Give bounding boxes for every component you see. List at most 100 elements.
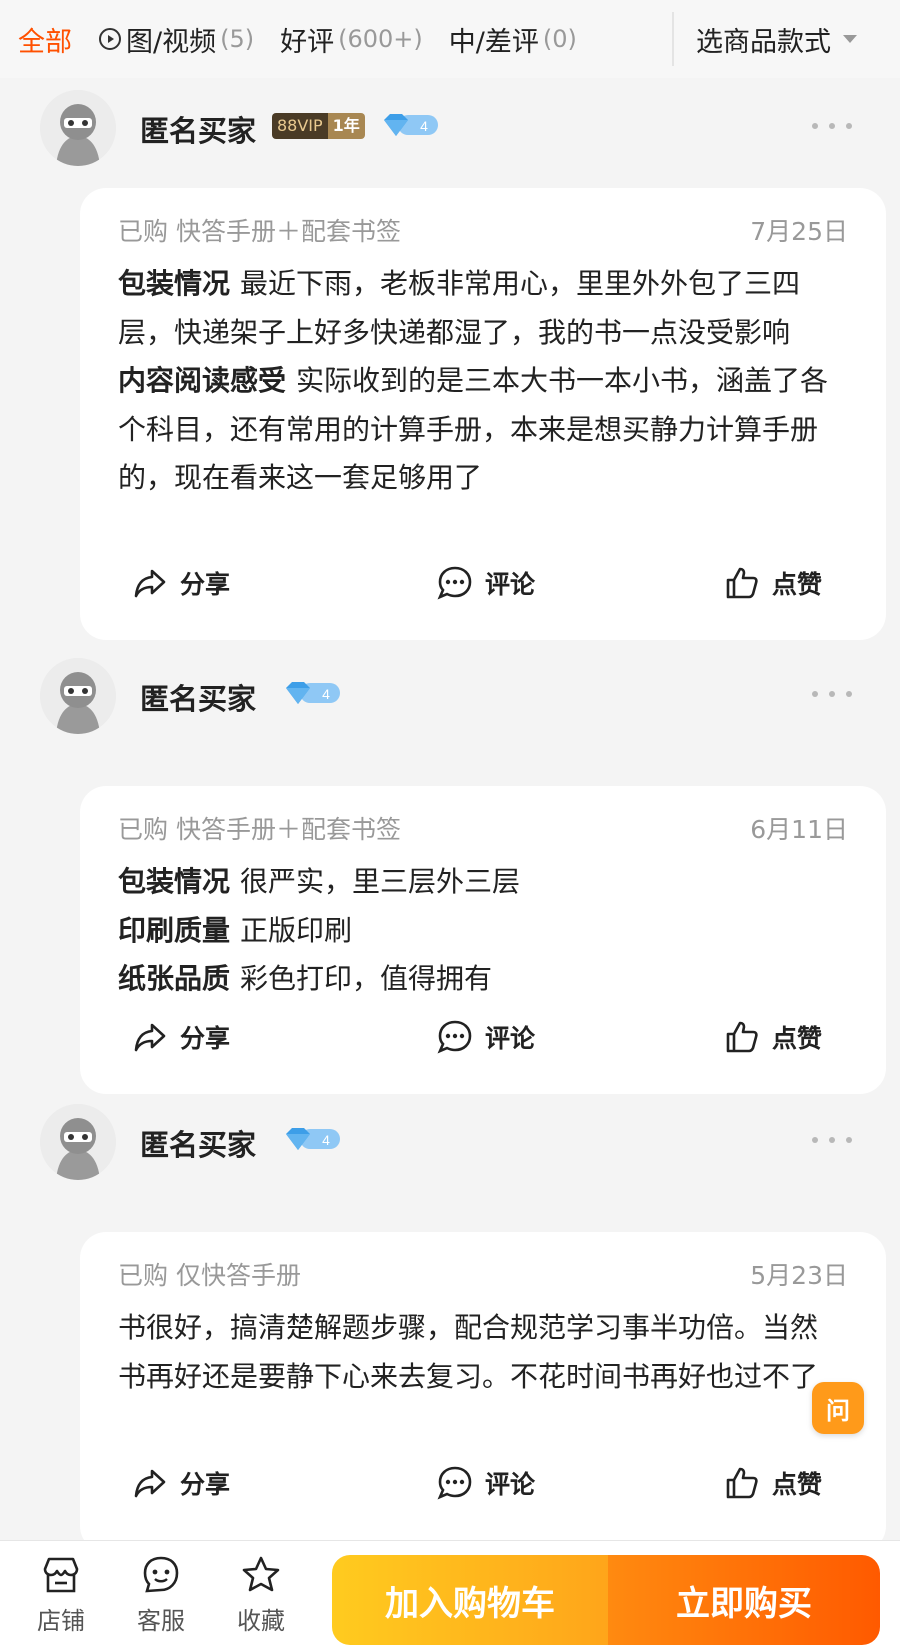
play-icon xyxy=(99,28,121,50)
like-button[interactable]: 点赞 xyxy=(722,558,822,608)
store-label: 店铺 xyxy=(37,1607,85,1635)
anonymous-avatar-icon xyxy=(40,1104,116,1180)
filter-tab-negative-count: (0) xyxy=(542,25,577,53)
buy-now-button[interactable]: 立即购买 xyxy=(608,1555,880,1645)
more-options-icon[interactable] xyxy=(812,116,852,136)
review-card: 已购 仅快答手册 5月23日 书很好，搞清楚解题步骤，配合规范学习事半功倍。当然… xyxy=(80,1232,886,1552)
anonymous-avatar-icon xyxy=(40,658,116,734)
review-filter-bar: 全部 图/视频 (5) 好评 (600+) 中/差评 (0) 选商品款式 xyxy=(0,0,900,78)
more-options-icon[interactable] xyxy=(812,1130,852,1150)
reviewer-name: 匿名买家 xyxy=(140,682,257,716)
review-text: 包装情况 很严实，里三层外三层 印刷质量 正版印刷 纸张品质 彩色打印，值得拥有 xyxy=(118,858,838,1004)
reviewer-row: 匿名买家 4 xyxy=(0,654,900,742)
review-date: 7月25日 xyxy=(750,217,848,246)
more-options-icon[interactable] xyxy=(812,684,852,704)
comment-label: 评论 xyxy=(485,570,536,599)
share-icon xyxy=(134,569,166,598)
review-card: 已购 快答手册＋配套书签 7月25日 包装情况 最近下雨，老板非常用心，里里外外包… xyxy=(80,188,886,640)
reviewer-row: 匿名买家 88VIP 1年 4 xyxy=(0,86,900,174)
like-label: 点赞 xyxy=(772,1024,823,1053)
avatar[interactable] xyxy=(40,658,116,734)
reviewer-name: 匿名买家 xyxy=(140,114,257,148)
store-button[interactable]: 店铺 xyxy=(16,1553,106,1636)
paragraph-label: 印刷质量 xyxy=(118,913,231,947)
comment-label: 评论 xyxy=(485,1024,536,1053)
purchased-sku: 已购 仅快答手册 xyxy=(118,1261,301,1290)
vip-label: 88VIP xyxy=(272,113,328,139)
star-icon xyxy=(242,1556,280,1592)
share-label: 分享 xyxy=(180,1024,231,1053)
paragraph-label: 内容阅读感受 xyxy=(118,364,287,398)
paragraph-text: 彩色打印，值得拥有 xyxy=(240,962,493,996)
chevron-down-icon xyxy=(843,35,857,43)
share-button[interactable]: 分享 xyxy=(130,558,230,608)
thumbs-up-icon xyxy=(726,567,758,599)
favorite-button[interactable]: 收藏 xyxy=(216,1553,306,1636)
review-date: 5月23日 xyxy=(750,1261,848,1290)
avatar[interactable] xyxy=(40,90,116,166)
filter-tab-positive-label: 好评 xyxy=(280,26,335,58)
filter-tab-all-label: 全部 xyxy=(18,26,72,58)
reviewer-row: 匿名买家 4 xyxy=(0,1100,900,1188)
comment-label: 评论 xyxy=(485,1470,536,1499)
like-button[interactable]: 点赞 xyxy=(722,1012,822,1062)
share-label: 分享 xyxy=(180,1470,231,1499)
customer-service-icon xyxy=(143,1556,179,1593)
review-paragraph: 书很好，搞清楚解题步骤，配合规范学习事半功倍。当然书再好还是要静下心来去复习。不… xyxy=(118,1304,838,1401)
filter-tab-negative[interactable]: 中/差评 (0) xyxy=(449,20,577,59)
paragraph-label: 纸张品质 xyxy=(118,962,231,996)
service-label: 客服 xyxy=(137,1607,185,1635)
share-button[interactable]: 分享 xyxy=(130,1012,230,1062)
review-actions: 分享 评论 点赞 xyxy=(80,558,886,608)
avatar[interactable] xyxy=(40,1104,116,1180)
like-button[interactable]: 点赞 xyxy=(722,1458,822,1508)
favorite-label: 收藏 xyxy=(237,1607,285,1635)
review-item: 匿名买家 88VIP 1年 4 已购 快答手册＋配套书签 7月25日 包装情况 最近… xyxy=(0,86,900,640)
review-date: 6月11日 xyxy=(750,815,848,844)
filter-tab-media[interactable]: 图/视频 (5) xyxy=(98,20,254,59)
share-icon xyxy=(134,1023,166,1052)
filter-tab-negative-label: 中/差评 xyxy=(448,26,539,58)
review-paragraph: 包装情况 最近下雨，老板非常用心，里里外外包了三四层，快递架子上好多快递都湿了，我… xyxy=(118,260,838,357)
ask-question-button[interactable]: 问 xyxy=(812,1382,864,1434)
review-actions: 分享 评论 点赞 xyxy=(80,1458,886,1508)
add-to-cart-button[interactable]: 加入购物车 xyxy=(332,1555,608,1645)
review-paragraph: 包装情况 很严实，里三层外三层 xyxy=(118,858,838,907)
anonymous-avatar-icon xyxy=(40,90,116,166)
review-text: 包装情况 最近下雨，老板非常用心，里里外外包了三四层，快递架子上好多快递都湿了，我… xyxy=(118,260,838,503)
review-item: 匿名买家 4 已购 快答手册＋配套书签 6月11日 包装情况 很严实，里三层外三层… xyxy=(0,654,900,1094)
filter-tab-all[interactable]: 全部 xyxy=(18,20,72,59)
like-label: 点赞 xyxy=(772,1470,823,1499)
share-button[interactable]: 分享 xyxy=(130,1458,230,1508)
review-paragraph: 内容阅读感受 实际收到的是三本大书一本小书，涵盖了各个科目，还有常用的计算手册，本… xyxy=(118,357,838,503)
sku-select-dropdown[interactable]: 选商品款式 xyxy=(696,0,857,78)
buy-now-label: 立即购买 xyxy=(676,1583,812,1624)
filter-tab-media-count: (5) xyxy=(220,25,255,53)
sku-select-label: 选商品款式 xyxy=(696,26,831,58)
ask-label: 问 xyxy=(826,1396,850,1425)
filter-tab-media-label: 图/视频 xyxy=(126,26,217,58)
vip-badge: 88VIP 1年 xyxy=(272,113,365,139)
reviewer-name: 匿名买家 xyxy=(140,1128,257,1162)
bottom-action-bar: 店铺 客服 收藏 加入购物车 立即购买 xyxy=(0,1540,900,1646)
like-label: 点赞 xyxy=(772,570,823,599)
thumbs-up-icon xyxy=(726,1021,758,1053)
paragraph-text: 书很好，搞清楚解题步骤，配合规范学习事半功倍。当然书再好还是要静下心来去复习。不… xyxy=(118,1311,819,1393)
share-icon xyxy=(134,1469,166,1498)
filter-divider xyxy=(672,12,674,66)
comment-icon xyxy=(437,566,472,600)
purchased-sku: 已购 快答手册＋配套书签 xyxy=(118,217,401,246)
comment-button[interactable]: 评论 xyxy=(435,558,535,608)
store-icon xyxy=(43,1557,79,1593)
filter-tab-positive[interactable]: 好评 (600+) xyxy=(280,20,423,59)
review-actions: 分享 评论 点赞 xyxy=(80,1012,886,1062)
review-card: 已购 快答手册＋配套书签 6月11日 包装情况 很严实，里三层外三层 印刷质量 正版… xyxy=(80,786,886,1094)
diamond-level-icon: 4 xyxy=(286,1128,340,1150)
diamond-level-icon: 4 xyxy=(384,114,438,136)
comment-button[interactable]: 评论 xyxy=(435,1458,535,1508)
purchased-sku: 已购 快答手册＋配套书签 xyxy=(118,815,401,844)
paragraph-text: 正版印刷 xyxy=(240,913,353,947)
paragraph-text: 很严实，里三层外三层 xyxy=(240,865,521,898)
comment-button[interactable]: 评论 xyxy=(435,1012,535,1062)
customer-service-button[interactable]: 客服 xyxy=(116,1553,206,1636)
